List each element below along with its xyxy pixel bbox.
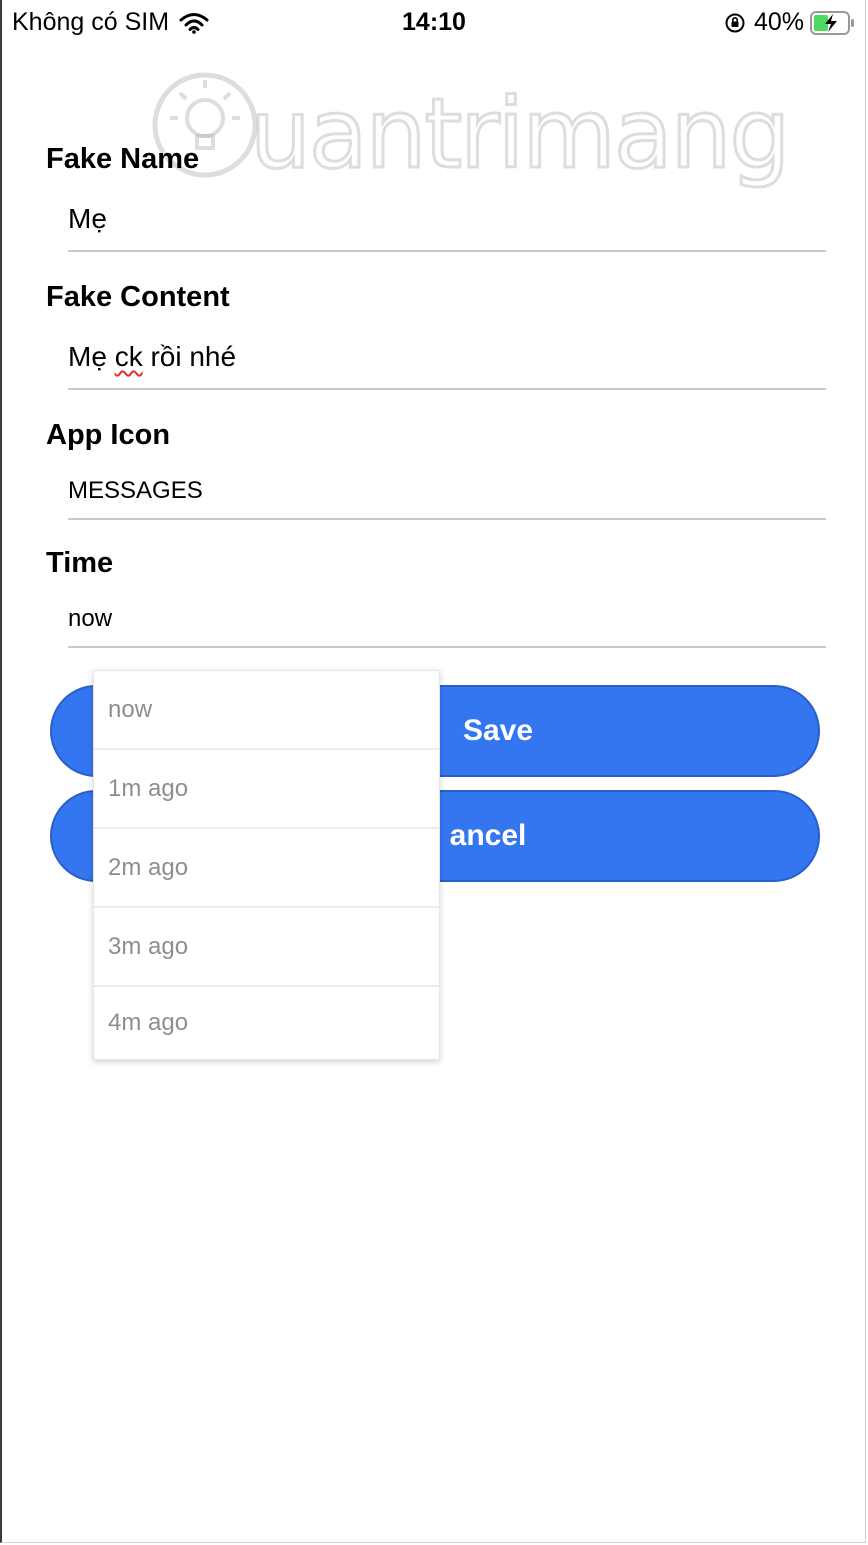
- orientation-lock-icon: [725, 13, 745, 32]
- fake-content-word: Mẹ: [68, 341, 115, 372]
- time-option[interactable]: now: [94, 671, 439, 750]
- time-option[interactable]: 4m ago: [94, 987, 439, 1059]
- status-bar: Không có SIM 14:10 40%: [0, 0, 868, 46]
- spellcheck-word: ck: [114, 341, 143, 372]
- app-icon-label: App Icon: [46, 419, 171, 451]
- time-label: Time: [46, 547, 114, 579]
- fake-name-value: Mẹ: [68, 203, 107, 234]
- fake-content-field[interactable]: Mẹ ck rồi nhé: [68, 340, 826, 390]
- battery-percent: 40%: [753, 8, 804, 36]
- battery-charging-icon: [810, 10, 854, 35]
- fake-name-field[interactable]: Mẹ: [68, 202, 826, 252]
- fake-content-rest: rồi nhé: [142, 341, 237, 372]
- time-option[interactable]: 1m ago: [94, 750, 439, 829]
- app-icon-select[interactable]: MESSAGES: [68, 474, 826, 520]
- time-option[interactable]: 2m ago: [94, 829, 439, 908]
- time-dropdown: now 1m ago 2m ago 3m ago 4m ago: [93, 670, 440, 1060]
- app-icon-value: MESSAGES: [68, 477, 203, 504]
- status-right: 40%: [724, 8, 856, 37]
- fake-content-label: Fake Content: [46, 281, 230, 313]
- fake-name-label: Fake Name: [46, 143, 200, 175]
- time-option[interactable]: 3m ago: [94, 908, 439, 987]
- notification-form: Fake Name Mẹ Fake Content Mẹ ck rồi nhé …: [46, 130, 826, 648]
- fake-content-value: Mẹ ck rồi nhé: [68, 340, 826, 374]
- save-button-label: Save: [462, 714, 534, 747]
- time-value: now: [68, 605, 113, 632]
- time-select[interactable]: now: [68, 602, 826, 648]
- cancel-button-label: ancel: [449, 819, 527, 852]
